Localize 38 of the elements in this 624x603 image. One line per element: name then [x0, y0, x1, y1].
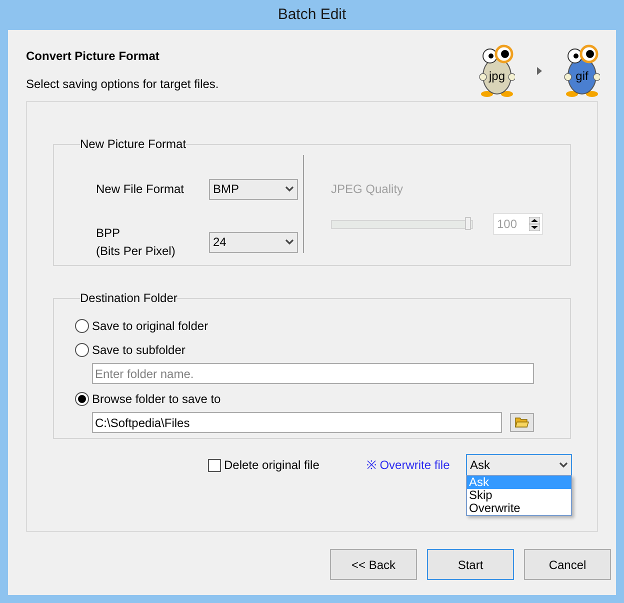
- page-title: Convert Picture Format: [26, 48, 160, 65]
- dropdown[interactable]: BMP: [209, 178, 298, 200]
- dropdown[interactable]: Ask: [466, 454, 572, 476]
- field-label: BPP (Bits Per Pixel): [96, 225, 176, 260]
- caret-icon: [285, 239, 294, 245]
- folder-field[interactable]: Enter folder name.: [92, 363, 534, 384]
- radio-button[interactable]: [75, 392, 89, 406]
- dropdown-option[interactable]: Overwrite: [467, 502, 571, 515]
- group-label: New Picture Format: [80, 136, 186, 153]
- dialog-button[interactable]: Start: [427, 549, 514, 580]
- browse-button[interactable]: [510, 413, 534, 432]
- mascot-drawing: [564, 43, 600, 99]
- dropdown[interactable]: 24: [209, 232, 298, 252]
- spin-arrows-icon: [529, 217, 540, 231]
- field-label: New File Format: [96, 181, 186, 198]
- checkbox-label: Delete original file: [224, 457, 320, 474]
- mascot-drawing: [479, 43, 515, 99]
- overwrite-label: ※ Overwrite file: [366, 457, 450, 474]
- arrow-icon: [537, 67, 542, 75]
- page-subtitle: Select saving options for target files.: [26, 76, 219, 93]
- format-label: jpg: [488, 70, 506, 82]
- radio-label: Save to original folder: [92, 318, 208, 335]
- group-label: Destination Folder: [80, 290, 178, 307]
- folder-field[interactable]: C:\Softpedia\Files: [92, 412, 502, 433]
- checkbox[interactable]: [208, 458, 221, 472]
- radio-button[interactable]: [75, 343, 89, 357]
- dropdown-option[interactable]: Skip: [467, 489, 571, 502]
- radio-label: Browse folder to save to: [92, 391, 221, 408]
- quality-label: JPEG Quality: [331, 181, 404, 198]
- dialog-button[interactable]: Cancel: [524, 549, 611, 580]
- folder-icon: [515, 417, 529, 428]
- dialog-button[interactable]: << Back: [330, 549, 417, 580]
- window-title: Batch Edit: [278, 4, 346, 25]
- radio-button[interactable]: [75, 319, 89, 333]
- caret-icon: [285, 186, 294, 192]
- caret-icon: [559, 462, 568, 468]
- format-label: gif: [574, 70, 590, 82]
- radio-label: Save to subfolder: [92, 342, 186, 359]
